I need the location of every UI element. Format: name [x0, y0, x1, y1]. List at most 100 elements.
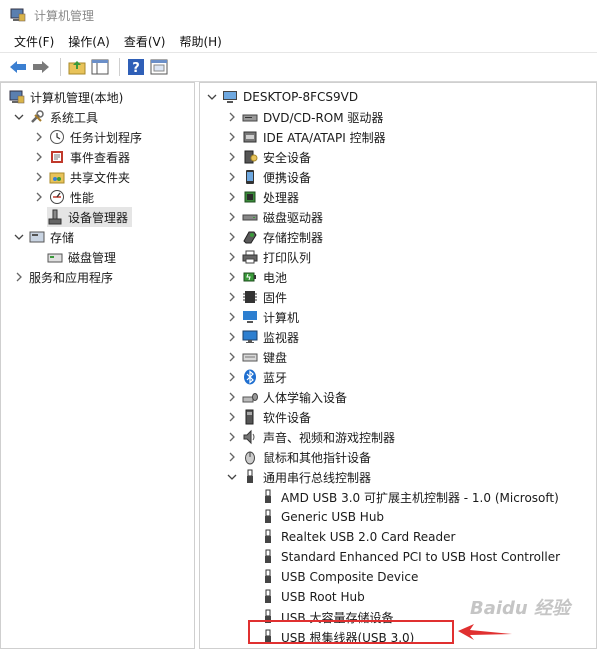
speaker-icon	[242, 429, 258, 445]
shared-folder-icon	[49, 169, 65, 185]
menu-view[interactable]: 查看(V)	[117, 33, 173, 50]
device-category-security[interactable]: 安全设备	[226, 147, 311, 167]
chevron-right-icon[interactable]	[226, 291, 238, 303]
tree-label-system-tools: 系统工具	[50, 110, 99, 125]
forward-arrow-icon[interactable]	[31, 57, 51, 77]
up-folder-icon[interactable]	[67, 57, 87, 77]
device-category-bluetooth[interactable]: 蓝牙	[226, 367, 287, 387]
chevron-right-icon[interactable]	[226, 191, 238, 203]
chevron-right-icon[interactable]	[226, 231, 238, 243]
software-device-icon	[242, 409, 258, 425]
usb-device-item[interactable]: Realtek USB 2.0 Card Reader	[260, 527, 455, 547]
usb-device-item[interactable]: USB 大容量存储设备	[260, 607, 393, 627]
tree-node-system-tools[interactable]: 系统工具	[13, 107, 98, 127]
tree-node-shared-folders[interactable]: 共享文件夹	[33, 167, 130, 187]
device-category-disk-drives[interactable]: 磁盘驱动器	[226, 207, 323, 227]
usb-device-item-root-hub-3[interactable]: USB 根集线器(USB 3.0)	[260, 627, 414, 647]
usb-icon	[242, 469, 258, 485]
tree-node-storage[interactable]: 存储	[13, 227, 74, 247]
usb-device-item[interactable]: Generic USB Hub	[260, 507, 384, 527]
usb-device-label: USB 大容量存储设备	[281, 610, 394, 625]
device-category-keyboards[interactable]: 键盘	[226, 347, 287, 367]
device-category-sound[interactable]: 声音、视频和游戏控制器	[226, 427, 395, 447]
menu-help[interactable]: 帮助(H)	[172, 33, 228, 50]
tree-label-shared-folders: 共享文件夹	[70, 170, 131, 185]
device-category-firmware[interactable]: 固件	[226, 287, 287, 307]
chevron-right-icon[interactable]	[226, 211, 238, 223]
usb-device-item[interactable]: AMD USB 3.0 可扩展主机控制器 - 1.0 (Microsoft)	[260, 487, 559, 507]
chevron-right-icon[interactable]	[33, 191, 45, 203]
chevron-right-icon[interactable]	[226, 331, 238, 343]
tree-label-storage: 存储	[50, 230, 75, 245]
device-category-dvd[interactable]: DVD/CD-ROM 驱动器	[226, 107, 383, 127]
chevron-right-icon[interactable]	[33, 171, 45, 183]
chevron-right-icon[interactable]	[226, 151, 238, 163]
properties-pane-icon[interactable]	[149, 57, 169, 77]
show-hide-tree-icon[interactable]	[90, 57, 110, 77]
chevron-right-icon[interactable]	[226, 351, 238, 363]
chevron-right-icon[interactable]	[33, 151, 45, 163]
tree-label-services: 服务和应用程序	[29, 270, 114, 285]
usb-device-item[interactable]: USB Root Hub	[260, 587, 365, 607]
tree-root[interactable]: 计算机管理(本地)	[9, 87, 123, 107]
category-label: 计算机	[263, 310, 300, 325]
usb-device-item[interactable]: Standard Enhanced PCI to USB Host Contro…	[260, 547, 560, 567]
chevron-right-icon[interactable]	[226, 131, 238, 143]
device-category-battery[interactable]: 电池	[226, 267, 287, 287]
chevron-down-icon[interactable]	[13, 111, 25, 123]
title-bar: 计算机管理	[0, 0, 597, 30]
usb-device-item[interactable]: USB Composite Device	[260, 567, 418, 587]
category-label: 便携设备	[263, 170, 312, 185]
chevron-right-icon[interactable]	[226, 411, 238, 423]
device-category-mice[interactable]: 鼠标和其他指针设备	[226, 447, 371, 467]
usb-device-label: Generic USB Hub	[281, 510, 385, 524]
chevron-right-icon[interactable]	[226, 251, 238, 263]
chevron-down-icon[interactable]	[206, 91, 218, 103]
red-arrow-annotation-icon	[458, 624, 512, 640]
tree-node-task-scheduler[interactable]: 任务计划程序	[33, 127, 142, 147]
tree-root-label: 计算机管理(本地)	[30, 90, 124, 105]
help-icon[interactable]: ?	[126, 57, 146, 77]
console-tree-pane: 计算机管理(本地) 系统工具 任务计划程序 事件查看器 共享文件夹 性能 设备管…	[0, 82, 195, 649]
chevron-down-icon[interactable]	[13, 231, 25, 243]
tree-node-services[interactable]: 服务和应用程序	[13, 267, 113, 287]
device-category-monitors[interactable]: 监视器	[226, 327, 299, 347]
chevron-right-icon[interactable]	[33, 131, 45, 143]
tree-node-disk-management[interactable]: 磁盘管理	[47, 247, 116, 267]
chevron-right-icon[interactable]	[226, 451, 238, 463]
chevron-right-icon[interactable]	[226, 311, 238, 323]
usb-icon	[260, 549, 276, 565]
device-category-usb-controllers[interactable]: 通用串行总线控制器	[226, 467, 371, 487]
device-category-processor[interactable]: 处理器	[226, 187, 299, 207]
chevron-right-icon[interactable]	[226, 391, 238, 403]
device-category-software-devices[interactable]: 软件设备	[226, 407, 311, 427]
computer-name: DESKTOP-8FCS9VD	[243, 90, 359, 104]
back-arrow-icon[interactable]	[8, 57, 28, 77]
tree-node-event-viewer[interactable]: 事件查看器	[33, 147, 130, 167]
device-category-ide[interactable]: IDE ATA/ATAPI 控制器	[226, 127, 386, 147]
disk-management-icon	[47, 249, 63, 265]
chevron-right-icon[interactable]	[13, 271, 25, 283]
storage-controller-icon	[242, 229, 258, 245]
chevron-down-icon[interactable]	[226, 471, 238, 483]
monitor-icon	[242, 329, 258, 345]
usb-icon	[260, 589, 276, 605]
ide-controller-icon	[242, 129, 258, 145]
device-category-print-queues[interactable]: 打印队列	[226, 247, 311, 267]
device-category-storage-controllers[interactable]: 存储控制器	[226, 227, 323, 247]
usb-icon	[260, 529, 276, 545]
device-category-portable[interactable]: 便携设备	[226, 167, 311, 187]
usb-device-label: USB Root Hub	[281, 590, 365, 604]
menu-file[interactable]: 文件(F)	[0, 33, 61, 50]
tree-node-computer-root[interactable]: DESKTOP-8FCS9VD	[206, 87, 358, 107]
chevron-right-icon[interactable]	[226, 371, 238, 383]
tree-node-performance[interactable]: 性能	[33, 187, 94, 207]
device-category-hid[interactable]: 人体学输入设备	[226, 387, 347, 407]
chevron-right-icon[interactable]	[226, 111, 238, 123]
menu-action[interactable]: 操作(A)	[61, 33, 117, 50]
tree-node-device-manager[interactable]: 设备管理器	[47, 207, 133, 227]
chevron-right-icon[interactable]	[226, 271, 238, 283]
device-category-computer[interactable]: 计算机	[226, 307, 299, 327]
chevron-right-icon[interactable]	[226, 431, 238, 443]
chevron-right-icon[interactable]	[226, 171, 238, 183]
